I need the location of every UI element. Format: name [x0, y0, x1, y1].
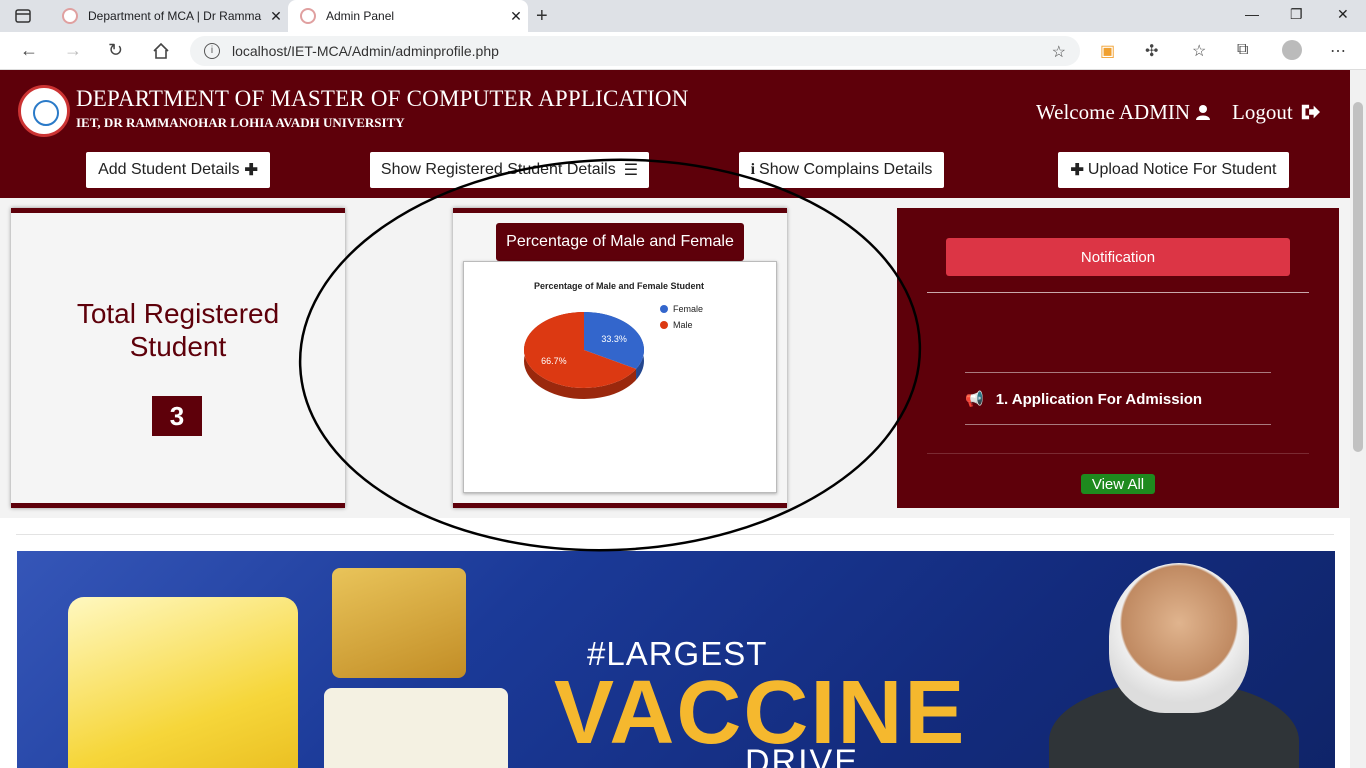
legend-label: Female: [673, 304, 703, 314]
favicon-icon: [62, 8, 78, 24]
url-text: localhost/IET-MCA/Admin/adminprofile.php: [232, 43, 499, 59]
chart-title: Percentage of Male and Female Student: [534, 281, 704, 291]
favicon-icon: [300, 8, 316, 24]
legend-label: Male: [673, 320, 693, 330]
welcome-label: Welcome ADMIN: [1036, 100, 1191, 124]
chart-heading: Percentage of Male and Female: [496, 223, 744, 261]
welcome-text: Welcome ADMIN: [1036, 100, 1211, 125]
site-info-icon[interactable]: i: [204, 43, 220, 59]
profile-avatar[interactable]: [1282, 40, 1302, 60]
legend-swatch: [660, 321, 668, 329]
legend-swatch: [660, 305, 668, 313]
browser-tab-department[interactable]: Department of MCA | Dr Ramma ✕: [50, 0, 288, 32]
divider: [927, 292, 1309, 293]
close-tab-icon[interactable]: ✕: [264, 8, 288, 25]
tab-title: Department of MCA | Dr Ramma: [88, 9, 262, 23]
university-logo: [18, 85, 70, 137]
back-icon[interactable]: ←: [20, 40, 38, 61]
tab-actions-icon[interactable]: [14, 7, 32, 25]
close-tab-icon[interactable]: ✕: [504, 8, 528, 25]
show-complains-button[interactable]: i Show Complains Details: [739, 152, 944, 188]
favorites-icon[interactable]: ☆: [1192, 41, 1206, 61]
show-registered-button[interactable]: Show Registered Student Details ☰: [370, 152, 649, 188]
extensions-icon[interactable]: ✣: [1145, 41, 1158, 61]
gender-chart-card: Percentage of Male and Female Percentage…: [453, 208, 787, 508]
notification-button[interactable]: Notification: [946, 238, 1290, 276]
pie-data-label: 33.3%: [601, 334, 627, 344]
notice-item-label: 1. Application For Admission: [995, 390, 1203, 408]
collections-icon[interactable]: ⧉: [1237, 41, 1248, 59]
vaccine-banner: #LARGEST VACCINE DRIVE: [17, 551, 1335, 768]
window-close-icon[interactable]: ✕: [1337, 6, 1349, 23]
browser-tab-admin-panel[interactable]: Admin Panel ✕: [288, 0, 528, 32]
banner-subheadline: DRIVE: [745, 743, 859, 768]
view-all-button[interactable]: View All: [1081, 474, 1155, 494]
pie-chart: Percentage of Male and Female Student 33…: [463, 261, 777, 493]
add-student-button[interactable]: Add Student Details ✚: [86, 152, 270, 188]
face-shield-person-image: [332, 568, 466, 678]
divider: [927, 453, 1309, 454]
browser-toolbar: ← → ↻ i localhost/IET-MCA/Admin/adminpro…: [0, 32, 1366, 70]
leader-portrait-image: [1109, 563, 1249, 713]
section-divider: [16, 534, 1334, 535]
plus-icon: ✚: [1070, 162, 1084, 179]
pie-chart-svg: Percentage of Male and Female Student 33…: [524, 281, 704, 399]
extension-icon[interactable]: ▣: [1100, 41, 1115, 61]
add-favorite-icon[interactable]: ☆: [1052, 42, 1066, 62]
divider: [965, 372, 1271, 373]
notification-card: Notification 📢 1. Application For Admiss…: [897, 208, 1339, 508]
home-icon[interactable]: [152, 42, 170, 60]
bullhorn-icon: 📢: [965, 391, 984, 408]
show-complains-label: Show Complains Details: [759, 161, 933, 178]
more-menu-icon[interactable]: ⋯: [1330, 41, 1346, 61]
refresh-icon[interactable]: ↻: [108, 40, 123, 61]
pie-data-label: 66.7%: [541, 356, 567, 366]
sign-out-icon: [1301, 104, 1320, 120]
address-bar[interactable]: i localhost/IET-MCA/Admin/adminprofile.p…: [190, 36, 1080, 66]
add-student-label: Add Student Details: [98, 161, 240, 178]
logout-link[interactable]: Logout: [1232, 100, 1322, 125]
browser-tab-bar: Department of MCA | Dr Ramma ✕ Admin Pan…: [0, 0, 1366, 32]
logout-label: Logout: [1232, 100, 1293, 124]
total-registered-title: Total Registered Student: [76, 298, 280, 362]
tab-title: Admin Panel: [326, 9, 395, 23]
divider: [965, 424, 1271, 425]
plus-icon: ✚: [244, 162, 258, 179]
woman-portrait-image: [324, 688, 508, 768]
total-registered-card: Total Registered Student 3: [11, 208, 345, 508]
total-registered-count: 3: [152, 396, 202, 436]
show-registered-label: Show Registered Student Details: [380, 161, 616, 178]
vaccine-vial-image: [68, 597, 298, 768]
info-icon: i: [750, 161, 756, 178]
upload-notice-label: Upload Notice For Student: [1087, 161, 1277, 178]
page-viewport: DEPARTMENT OF MASTER OF COMPUTER APPLICA…: [0, 70, 1350, 768]
site-header: DEPARTMENT OF MASTER OF COMPUTER APPLICA…: [0, 70, 1350, 198]
user-icon: [1196, 105, 1211, 120]
new-tab-icon[interactable]: +: [536, 5, 548, 28]
scrollbar-thumb[interactable]: [1353, 102, 1363, 452]
list-icon: ☰: [623, 162, 639, 179]
notice-item[interactable]: 📢 1. Application For Admission: [965, 390, 1203, 409]
upload-notice-button[interactable]: ✚ Upload Notice For Student: [1058, 152, 1289, 188]
forward-icon[interactable]: →: [64, 40, 82, 61]
page-scrollbar[interactable]: [1350, 70, 1366, 768]
department-subtitle: IET, DR RAMMANOHAR LOHIA AVADH UNIVERSIT…: [76, 115, 405, 130]
restore-icon[interactable]: ❐: [1290, 6, 1303, 23]
department-title: DEPARTMENT OF MASTER OF COMPUTER APPLICA…: [76, 86, 689, 111]
minimize-icon[interactable]: —: [1245, 6, 1259, 22]
